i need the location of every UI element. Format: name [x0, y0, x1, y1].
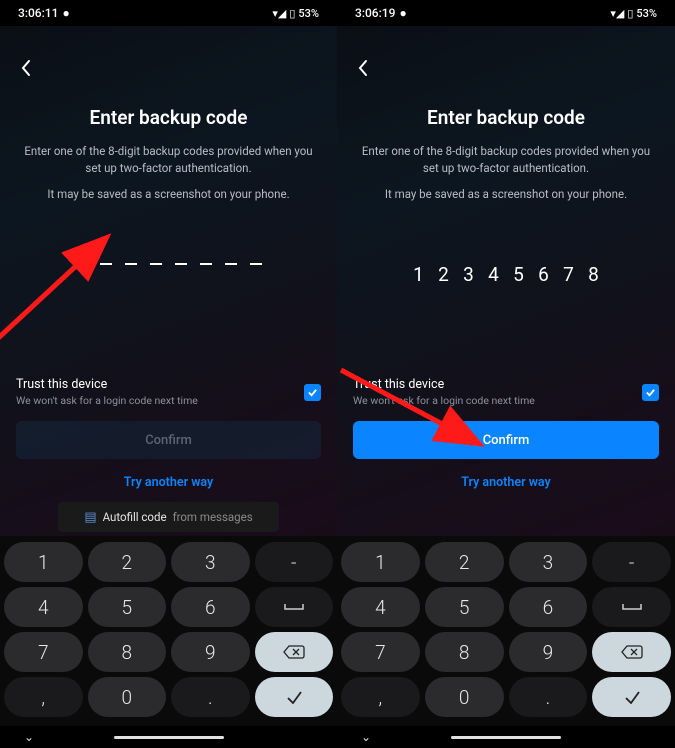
key-2[interactable]: 2 — [425, 542, 504, 582]
trust-checkbox[interactable] — [642, 384, 659, 401]
key-6[interactable]: 6 — [509, 587, 588, 627]
subtitle: Enter one of the 8-digit backup codes pr… — [353, 143, 659, 176]
battery-icon: ▯ — [627, 7, 633, 20]
key-0[interactable]: 0 — [425, 677, 504, 717]
key-2[interactable]: 2 — [88, 542, 167, 582]
battery-icon: ▯ — [289, 7, 295, 20]
key-4[interactable]: 4 — [4, 587, 83, 627]
home-handle[interactable] — [114, 736, 224, 739]
key-enter[interactable] — [592, 677, 671, 717]
key-dash[interactable]: - — [255, 542, 334, 582]
code-digit: 7 — [563, 263, 575, 286]
code-digit: 3 — [463, 263, 475, 286]
status-bar: 3:06:19 ● ▾◢ ▯ 53% — [337, 0, 675, 26]
home-handle[interactable] — [451, 736, 561, 739]
numeric-keypad: 1 2 3 - 4 5 6 7 8 9 , 0 . — [0, 536, 337, 726]
subtitle: Enter one of the 8-digit backup codes pr… — [16, 143, 321, 176]
key-3[interactable]: 3 — [171, 542, 250, 582]
hint-text: It may be saved as a screenshot on your … — [16, 186, 321, 203]
numeric-keypad: 1 2 3 - 4 5 6 7 8 9 , 0 . — [337, 536, 675, 726]
code-digit: 2 — [438, 263, 450, 286]
key-backspace[interactable] — [255, 632, 334, 672]
key-0[interactable]: 0 — [88, 677, 167, 717]
key-1[interactable]: 1 — [341, 542, 420, 582]
key-space[interactable] — [255, 587, 334, 627]
code-digit: 1 — [413, 263, 425, 286]
key-comma[interactable]: , — [341, 677, 420, 717]
trust-checkbox[interactable] — [304, 384, 321, 401]
try-another-way-link[interactable]: Try another way — [353, 469, 659, 502]
key-9[interactable]: 9 — [171, 632, 250, 672]
keyboard-collapse-icon[interactable]: ⌄ — [361, 730, 371, 744]
key-period[interactable]: . — [509, 677, 588, 717]
trust-title: Trust this device — [353, 377, 535, 392]
key-4[interactable]: 4 — [341, 587, 420, 627]
keyboard-collapse-icon[interactable]: ⌄ — [24, 730, 34, 744]
key-5[interactable]: 5 — [88, 587, 167, 627]
key-5[interactable]: 5 — [425, 587, 504, 627]
hint-text: It may be saved as a screenshot on your … — [353, 186, 659, 203]
battery-pct: 53% — [636, 7, 657, 20]
key-7[interactable]: 7 — [341, 632, 420, 672]
screen-empty-code: 3:06:11 ● ▾◢ ▯ 53% Enter backup code Ent… — [0, 0, 337, 748]
code-digit: 5 — [513, 263, 525, 286]
page-title: Enter backup code — [353, 106, 659, 129]
key-8[interactable]: 8 — [88, 632, 167, 672]
nav-bar: ⌄ — [0, 726, 337, 748]
key-space[interactable] — [592, 587, 671, 627]
wifi-icon: ▾◢ — [272, 7, 286, 20]
back-button[interactable] — [351, 56, 375, 80]
key-backspace[interactable] — [592, 632, 671, 672]
screen-filled-code: 3:06:19 ● ▾◢ ▯ 53% Enter backup code Ent… — [337, 0, 675, 748]
wifi-icon: ▾◢ — [610, 7, 624, 20]
key-3[interactable]: 3 — [509, 542, 588, 582]
notification-dot-icon: ● — [399, 6, 406, 20]
code-input[interactable]: 1 2 3 4 5 6 7 8 — [353, 263, 659, 286]
key-8[interactable]: 8 — [425, 632, 504, 672]
confirm-button[interactable]: Confirm — [16, 421, 321, 459]
trust-title: Trust this device — [16, 377, 198, 392]
status-time: 3:06:19 — [355, 6, 395, 20]
nav-bar: ⌄ — [337, 726, 675, 748]
key-dash[interactable]: - — [592, 542, 671, 582]
trust-sub: We won't ask for a login code next time — [353, 394, 535, 407]
trust-device-row: Trust this device We won't ask for a log… — [353, 373, 659, 421]
key-1[interactable]: 1 — [4, 542, 83, 582]
confirm-button[interactable]: Confirm — [353, 421, 659, 459]
key-enter[interactable] — [255, 677, 334, 717]
back-button[interactable] — [14, 56, 38, 80]
page-title: Enter backup code — [16, 106, 321, 129]
trust-sub: We won't ask for a login code next time — [16, 394, 198, 407]
key-9[interactable]: 9 — [509, 632, 588, 672]
key-6[interactable]: 6 — [171, 587, 250, 627]
code-digit: 8 — [588, 263, 600, 286]
key-period[interactable]: . — [171, 677, 250, 717]
code-digit: 6 — [538, 263, 550, 286]
trust-device-row: Trust this device We won't ask for a log… — [16, 373, 321, 421]
sms-icon: ▤ — [84, 510, 96, 525]
autofill-suggestion[interactable]: ▤ Autofill code from messages — [58, 502, 279, 532]
try-another-way-link[interactable]: Try another way — [16, 469, 321, 502]
notification-dot-icon: ● — [62, 6, 69, 20]
status-time: 3:06:11 — [18, 6, 58, 20]
key-comma[interactable]: , — [4, 677, 83, 717]
code-digit: 4 — [488, 263, 500, 286]
key-7[interactable]: 7 — [4, 632, 83, 672]
battery-pct: 53% — [298, 7, 319, 20]
status-bar: 3:06:11 ● ▾◢ ▯ 53% — [0, 0, 337, 26]
